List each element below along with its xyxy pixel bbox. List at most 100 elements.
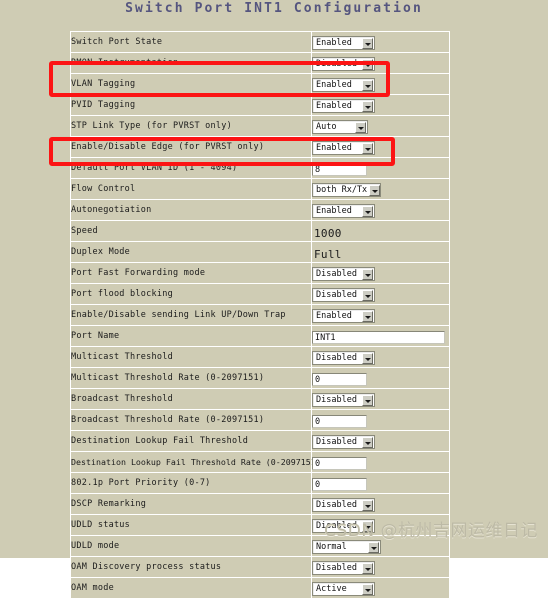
chevron-down-icon[interactable] (362, 436, 373, 448)
chevron-down-icon[interactable] (362, 37, 373, 49)
select-value: Enabled (316, 38, 352, 48)
chevron-down-icon[interactable] (362, 562, 373, 574)
select-value: Enabled (316, 80, 352, 90)
setting-label: Destination Lookup Fail Threshold (70, 430, 312, 452)
select-value: Disabled (316, 437, 357, 447)
chevron-down-icon[interactable] (362, 58, 373, 70)
setting-text-input[interactable]: 8 (312, 162, 367, 176)
table-row: Flow Control both Rx/Tx (70, 178, 450, 200)
setting-label: Port flood blocking (70, 283, 312, 305)
setting-select[interactable]: Disabled (312, 561, 375, 575)
select-value: Enabled (316, 311, 352, 321)
setting-select[interactable]: Enabled (312, 204, 375, 218)
select-value: Active (316, 584, 347, 594)
setting-select[interactable]: Enabled (312, 36, 375, 50)
chevron-down-icon[interactable] (362, 289, 373, 301)
table-row: Autonegotiation Enabled (70, 199, 450, 221)
setting-label: UDLD mode (70, 535, 312, 557)
setting-value-cell: both Rx/Tx (311, 178, 450, 200)
setting-value-cell: Disabled (311, 52, 450, 74)
setting-value-cell: Disabled (311, 283, 450, 305)
table-row: Enable/Disable Edge (for PVRST only) Enab… (70, 136, 450, 158)
page-title: Switch Port INT1 Configuration (125, 1, 423, 16)
setting-value-cell: Disabled (311, 262, 450, 284)
chevron-down-icon[interactable] (362, 583, 373, 595)
setting-text-input[interactable]: 0 (312, 372, 367, 386)
setting-select[interactable]: Enabled (312, 309, 375, 323)
chevron-down-icon[interactable] (362, 142, 373, 154)
setting-label: Broadcast Threshold Rate (0-2097151) (70, 409, 312, 431)
chevron-down-icon[interactable] (362, 205, 373, 217)
setting-value-cell: Disabled (311, 346, 450, 368)
table-row: Multicast Threshold Rate (0-2097151) 0 (70, 367, 450, 389)
chevron-down-icon[interactable] (355, 121, 366, 133)
table-row: STP Link Type (for PVRST only) Auto (70, 115, 450, 137)
select-value: Disabled (316, 353, 357, 363)
setting-select[interactable]: Disabled (312, 351, 375, 365)
setting-select[interactable]: Enabled (312, 141, 375, 155)
setting-select[interactable]: Active (312, 582, 375, 596)
table-row: Broadcast Threshold Disabled (70, 388, 450, 410)
table-row: Port flood blocking Disabled (70, 283, 450, 305)
select-value: Disabled (316, 59, 357, 69)
table-row: VLAN Tagging Enabled (70, 73, 450, 95)
setting-value-cell: 0 (311, 472, 450, 494)
setting-label: Multicast Threshold (70, 346, 312, 368)
setting-label: Speed (70, 220, 312, 242)
select-value: Disabled (316, 500, 357, 510)
setting-label: Duplex Mode (70, 241, 312, 263)
chevron-down-icon[interactable] (362, 310, 373, 322)
select-value: Disabled (316, 563, 357, 573)
setting-value-cell: 1000 (311, 220, 450, 242)
setting-label: Switch Port State (70, 31, 312, 53)
setting-select[interactable]: Disabled (312, 435, 375, 449)
setting-value-cell: 0 (311, 367, 450, 389)
setting-select[interactable]: Disabled (312, 57, 375, 71)
setting-select[interactable]: both Rx/Tx (312, 183, 381, 197)
setting-select[interactable]: Normal (312, 540, 381, 554)
setting-label: RMON Instrumentation (70, 52, 312, 74)
setting-select[interactable]: Disabled (312, 288, 375, 302)
setting-select[interactable]: Disabled (312, 393, 375, 407)
setting-text-input[interactable]: INT1 (312, 330, 445, 344)
setting-text-input[interactable]: 0 (312, 456, 367, 470)
select-value: Disabled (316, 290, 357, 300)
chevron-down-icon[interactable] (369, 184, 381, 196)
setting-label: Destination Lookup Fail Threshold Rate (… (70, 451, 321, 473)
chevron-down-icon[interactable] (362, 100, 373, 112)
setting-text-input[interactable]: 0 (312, 477, 367, 491)
setting-value-cell: Disabled (311, 556, 450, 578)
table-row: Destination Lookup Fail Threshold Rate (… (70, 451, 450, 473)
switch-port-config-page: Switch Port INT1 Configuration Switch Po… (0, 0, 548, 599)
setting-select[interactable]: Disabled (312, 498, 375, 512)
setting-label: DSCP Remarking (70, 493, 312, 515)
setting-label: OAM mode (70, 577, 312, 599)
setting-select[interactable]: Auto (312, 120, 368, 134)
select-value: Disabled (316, 395, 357, 405)
setting-text-input[interactable]: 0 (312, 414, 367, 428)
setting-value-cell: Enabled (311, 94, 450, 116)
setting-readonly-value: Full (314, 247, 342, 261)
select-value: Normal (316, 542, 347, 552)
setting-label: STP Link Type (for PVRST only) (70, 115, 312, 137)
select-value: Enabled (316, 143, 352, 153)
table-row: RMON Instrumentation Disabled (70, 52, 450, 74)
chevron-down-icon[interactable] (362, 79, 373, 91)
setting-select[interactable]: Enabled (312, 78, 375, 92)
table-row: DSCP Remarking Disabled (70, 493, 450, 515)
setting-label: Port Fast Forwarding mode (70, 262, 312, 284)
setting-select[interactable]: Disabled (312, 267, 375, 281)
chevron-down-icon[interactable] (362, 394, 373, 406)
table-row: Speed 1000 (70, 220, 450, 242)
table-row: OAM mode Active (70, 577, 450, 599)
chevron-down-icon[interactable] (368, 541, 379, 553)
setting-value-cell: Active (311, 577, 450, 599)
setting-value-cell: Auto (311, 115, 450, 137)
setting-label: 802.1p Port Priority (0-7) (70, 472, 312, 494)
chevron-down-icon[interactable] (362, 268, 373, 280)
setting-label: Default Port VLAN ID (1 - 4094) (70, 157, 312, 179)
chevron-down-icon[interactable] (362, 499, 373, 511)
chevron-down-icon[interactable] (362, 352, 373, 364)
setting-select[interactable]: Enabled (312, 99, 375, 113)
setting-label: Port Name (70, 325, 312, 347)
